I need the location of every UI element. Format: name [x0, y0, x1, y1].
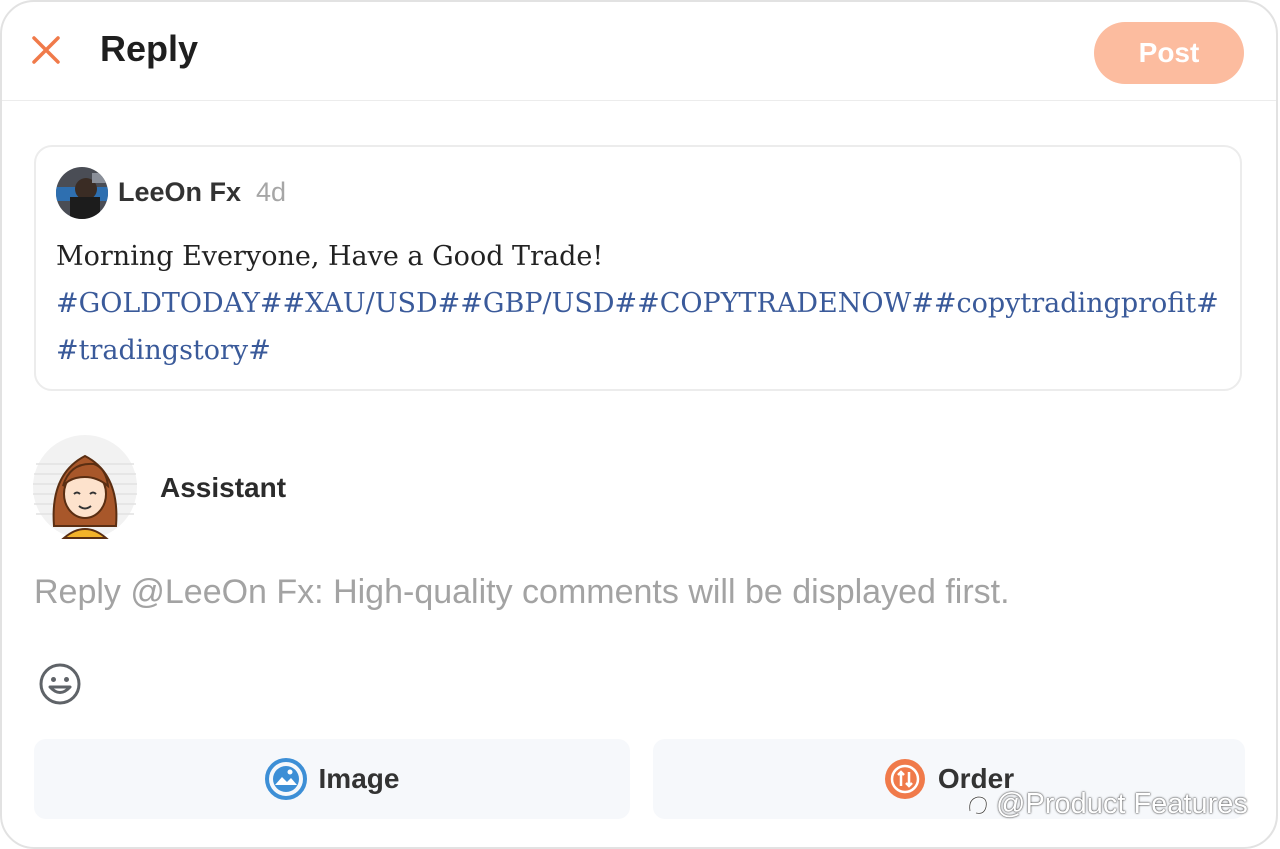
- close-icon[interactable]: [28, 32, 64, 68]
- order-icon: [884, 758, 926, 800]
- post-author-name[interactable]: LeeOn Fx: [118, 177, 241, 208]
- post-body: Morning Everyone, Have a Good Trade! #GO…: [56, 233, 1226, 374]
- image-button[interactable]: Image: [34, 739, 630, 819]
- watermark: @Product Features: [964, 788, 1248, 821]
- dialog-header: Reply Post: [2, 2, 1276, 101]
- avatar: [32, 434, 138, 540]
- reply-dialog: Reply Post LeeOn Fx 4d Morning Everyone,…: [0, 0, 1278, 849]
- post-timestamp: 4d: [256, 177, 287, 207]
- watermark-logo-icon: [968, 795, 988, 815]
- post-button[interactable]: Post: [1094, 22, 1244, 84]
- avatar: [56, 167, 108, 219]
- page-title: Reply: [100, 28, 199, 69]
- quoted-post-card: LeeOn Fx 4d Morning Everyone, Have a Goo…: [34, 145, 1242, 391]
- reply-input[interactable]: [34, 562, 1234, 622]
- post-hashtags[interactable]: #GOLDTODAY##XAU/USD##GBP/USD##COPYTRADEN…: [56, 280, 1226, 374]
- reply-author-name: Assistant: [160, 472, 287, 503]
- smiley-icon[interactable]: [38, 662, 82, 706]
- post-text: Morning Everyone, Have a Good Trade!: [56, 241, 604, 272]
- image-button-label: Image: [318, 763, 400, 794]
- image-icon: [264, 758, 307, 800]
- watermark-text: @Product Features: [996, 788, 1248, 820]
